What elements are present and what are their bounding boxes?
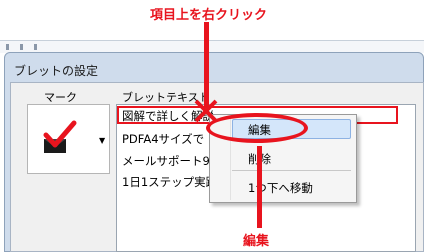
mark-dropdown-arrow-icon[interactable]: ▼ xyxy=(99,136,105,145)
dialog-title: ブレットの設定 xyxy=(14,64,99,78)
annotation-pointer-line xyxy=(204,22,209,108)
list-item[interactable]: 1日1ステップ実践 xyxy=(122,174,217,190)
annotation-highlight-ellipse xyxy=(206,113,308,143)
mark-selector[interactable] xyxy=(27,104,110,174)
menu-separator xyxy=(232,170,351,171)
annotation-edit-label: 編集 xyxy=(243,234,270,249)
list-item[interactable]: PDFA4サイズで xyxy=(122,131,204,147)
annotation-callout-line xyxy=(257,146,262,228)
annotation-right-click-label: 項目上を右クリック xyxy=(150,8,268,23)
mark-column-header: マーク xyxy=(44,91,77,104)
